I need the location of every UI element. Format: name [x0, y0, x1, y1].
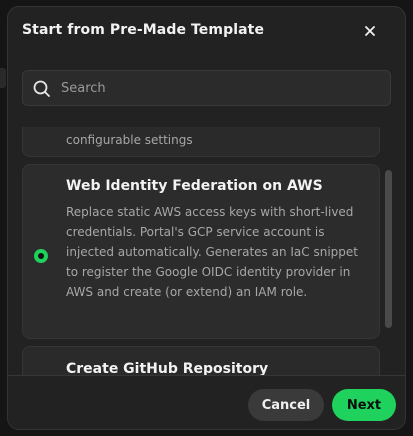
template-dialog: Start from Pre-Made Template configurabl…	[7, 6, 406, 430]
search-input[interactable]	[61, 71, 381, 105]
search-box[interactable]	[22, 70, 391, 106]
template-description: configurable settings	[66, 133, 193, 147]
template-card-selected[interactable]: Web Identity Federation on AWS Replace s…	[22, 164, 380, 339]
cancel-button[interactable]: Cancel	[248, 389, 324, 421]
template-radio-selected[interactable]	[34, 249, 48, 263]
background-page-hint	[0, 68, 6, 88]
template-title: Web Identity Federation on AWS	[66, 178, 323, 194]
next-button[interactable]: Next	[332, 389, 396, 421]
close-icon	[365, 26, 375, 36]
template-card[interactable]: Create GitHub Repository	[22, 346, 380, 375]
template-list: configurable settings Web Identity Feder…	[8, 127, 405, 375]
dialog-header: Start from Pre-Made Template	[8, 7, 405, 55]
search-icon	[33, 80, 50, 97]
dialog-footer: Cancel Next	[8, 376, 405, 429]
list-scrollbar-thumb[interactable]	[385, 170, 392, 328]
radio-dot	[38, 253, 44, 259]
template-description: Replace static AWS access keys with shor…	[66, 205, 358, 299]
template-card[interactable]: configurable settings	[22, 127, 380, 157]
dialog-title: Start from Pre-Made Template	[22, 22, 265, 38]
template-title: Create GitHub Repository	[66, 361, 269, 375]
close-button[interactable]	[360, 21, 380, 41]
